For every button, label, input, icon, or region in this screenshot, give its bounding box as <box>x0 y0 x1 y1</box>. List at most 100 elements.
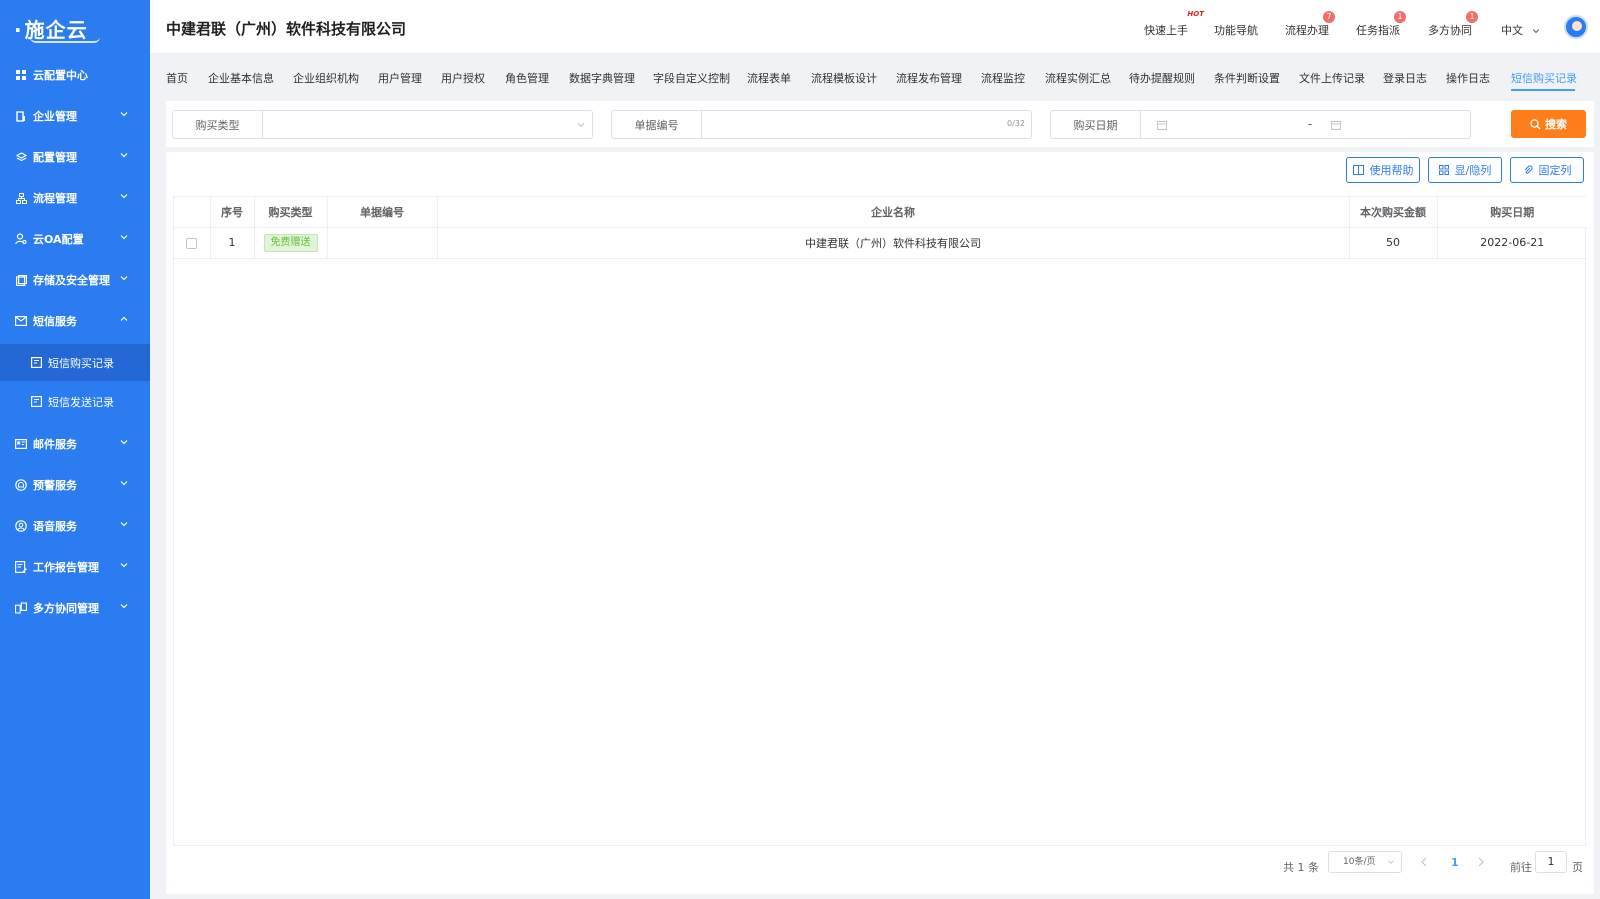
date-range-picker[interactable]: - <box>1141 111 1470 138</box>
purchase-type-field: 购买类型 <box>172 110 593 139</box>
tab-process-instances[interactable]: 流程实例汇总 <box>1045 70 1111 86</box>
column-header: 序号 <box>210 197 255 228</box>
tab-user-authorization[interactable]: 用户授权 <box>441 70 485 86</box>
select-all-header <box>174 197 211 228</box>
avatar[interactable] <box>1564 15 1588 39</box>
tab-data-dictionary[interactable]: 数据字典管理 <box>569 70 635 86</box>
sidebar-item-cloud-oa[interactable]: 云OA配置 <box>0 219 150 259</box>
tab-enterprise-info[interactable]: 企业基本信息 <box>208 70 274 86</box>
tab-file-upload-records[interactable]: 文件上传记录 <box>1299 70 1365 86</box>
sidebar-item-enterprise[interactable]: 企业管理 <box>0 96 150 136</box>
tab-process-template[interactable]: 流程模板设计 <box>811 70 877 86</box>
layers-icon <box>15 151 27 163</box>
tab-field-custom[interactable]: 字段自定义控制 <box>653 70 730 86</box>
chevron-down-icon <box>1388 860 1394 864</box>
goto-page-input[interactable]: 1 <box>1535 851 1567 873</box>
help-button[interactable]: 使用帮助 <box>1346 157 1420 183</box>
nav-quick-start[interactable]: 快速上手 HOT <box>1144 10 1204 38</box>
user-gear-icon <box>15 233 27 245</box>
tab-todo-rules[interactable]: 待办提醒规则 <box>1129 70 1195 86</box>
sidebar-item-sms-service[interactable]: 短信服务 <box>0 301 150 341</box>
chevron-down-icon <box>120 522 128 527</box>
collab-icon <box>15 602 27 614</box>
next-page-button[interactable] <box>1477 857 1485 870</box>
chevron-down-icon <box>120 276 128 281</box>
count-badge: 1 <box>1394 11 1406 23</box>
row-bill-no <box>327 227 438 259</box>
tab-role-management[interactable]: 角色管理 <box>505 70 549 86</box>
tab-sms-purchase-records[interactable]: 短信购买记录 <box>1511 70 1577 86</box>
chevron-down-icon <box>120 194 128 199</box>
tab-process-publish[interactable]: 流程发布管理 <box>896 70 962 86</box>
nav-process-handling[interactable]: 流程办理 7 <box>1285 11 1335 38</box>
tab-bar: 首页 企业基本信息 企业组织机构 用户管理 用户授权 角色管理 数据字典管理 字… <box>150 62 1600 92</box>
building-icon <box>15 110 27 122</box>
sidebar-item-label: 短信购买记录 <box>48 356 114 370</box>
doc-icon <box>30 357 42 369</box>
sidebar-item-cloud-config-center[interactable]: 云配置中心 <box>0 55 150 95</box>
purchase-type-tag: 免费赠送 <box>263 233 318 252</box>
tab-condition-settings[interactable]: 条件判断设置 <box>1214 70 1280 86</box>
prev-page-button[interactable] <box>1420 857 1428 870</box>
chevron-down-icon <box>120 440 128 445</box>
sidebar-item-alert-service[interactable]: 预警服务 <box>0 465 150 505</box>
bill-no-label: 单据编号 <box>612 111 702 138</box>
toggle-columns-button[interactable]: 显/隐列 <box>1428 157 1502 183</box>
flow-icon <box>15 192 27 204</box>
sidebar-item-label: 工作报告管理 <box>33 561 99 574</box>
sidebar-item-work-report[interactable]: 工作报告管理 <box>0 547 150 587</box>
data-table: 序号 购买类型 单据编号 企业名称 本次购买金额 购买日期 1 免费赠送 中建君… <box>173 196 1587 846</box>
fixed-columns-button[interactable]: 固定列 <box>1510 157 1584 183</box>
sidebar-item-config[interactable]: 配置管理 <box>0 137 150 177</box>
nav-multi-collab[interactable]: 多方协同 1 <box>1428 11 1478 38</box>
tab-user-management[interactable]: 用户管理 <box>378 70 422 86</box>
sidebar-item-storage-security[interactable]: 存储及安全管理 <box>0 260 150 300</box>
search-button-label: 搜索 <box>1545 118 1567 131</box>
column-header: 企业名称 <box>437 197 1350 228</box>
nav-function-guide[interactable]: 功能导航 <box>1214 22 1258 38</box>
report-icon <box>15 561 27 573</box>
sidebar-item-sms-send-record[interactable]: 短信发送记录 <box>0 383 150 420</box>
sidebar-item-voice-service[interactable]: 语音服务 <box>0 506 150 546</box>
language-select[interactable]: 中文 <box>1501 22 1541 38</box>
sidebar-item-label: 企业管理 <box>33 110 77 123</box>
nav-label: 功能导航 <box>1214 24 1258 37</box>
sidebar-item-collaboration[interactable]: 多方协同管理 <box>0 588 150 628</box>
main-panel: 使用帮助 显/隐列 固定列 序号 购买类型 单据编号 企业名称 本次购买金额 购… <box>166 152 1594 894</box>
search-button[interactable]: 搜索 <box>1511 110 1586 138</box>
sidebar-item-sms-purchase-record[interactable]: 短信购买记录 <box>0 344 150 381</box>
sidebar-item-mail-service[interactable]: 邮件服务 <box>0 424 150 464</box>
tab-process-monitor[interactable]: 流程监控 <box>981 70 1025 86</box>
chevron-down-icon <box>120 153 128 158</box>
chevron-down-icon <box>120 604 128 609</box>
sidebar-item-label: 短信发送记录 <box>48 395 114 409</box>
grid-icon <box>1438 165 1449 175</box>
tab-login-log[interactable]: 登录日志 <box>1383 70 1427 86</box>
search-bar: 购买类型 单据编号 0/32 购买日期 - 搜索 <box>166 101 1594 147</box>
tab-process-form[interactable]: 流程表单 <box>747 70 791 86</box>
chevron-down-icon <box>120 563 128 568</box>
page-number-current[interactable]: 1 <box>1451 856 1459 869</box>
sidebar-item-process[interactable]: 流程管理 <box>0 178 150 218</box>
row-date: 2022-06-21 <box>1437 227 1587 259</box>
nav-label: 任务指派 <box>1356 24 1400 37</box>
tab-home[interactable]: 首页 <box>166 70 188 86</box>
tab-enterprise-org[interactable]: 企业组织机构 <box>293 70 359 86</box>
table-row[interactable]: 1 免费赠送 中建君联（广州）软件科技有限公司 50 2022-06-21 <box>174 227 1587 259</box>
sidebar-item-label: 邮件服务 <box>33 438 77 451</box>
chevron-down-icon <box>120 112 128 117</box>
date-separator: - <box>1308 117 1313 131</box>
column-header: 本次购买金额 <box>1349 197 1438 228</box>
chevron-up-icon <box>120 316 128 321</box>
nav-task-assign[interactable]: 任务指派 1 <box>1356 11 1406 38</box>
sidebar-item-label: 流程管理 <box>33 192 77 205</box>
purchase-type-select[interactable] <box>263 111 592 138</box>
table-header-row: 序号 购买类型 单据编号 企业名称 本次购买金额 购买日期 <box>174 197 1587 228</box>
row-checkbox[interactable] <box>186 237 198 249</box>
count-badge: 1 <box>1466 11 1478 23</box>
tab-operation-log[interactable]: 操作日志 <box>1446 70 1490 86</box>
bill-no-input[interactable]: 0/32 <box>702 111 1031 138</box>
card-icon <box>15 438 27 450</box>
fixed-columns-label: 固定列 <box>1538 164 1572 177</box>
page-size-select[interactable]: 10条/页 <box>1328 851 1402 873</box>
